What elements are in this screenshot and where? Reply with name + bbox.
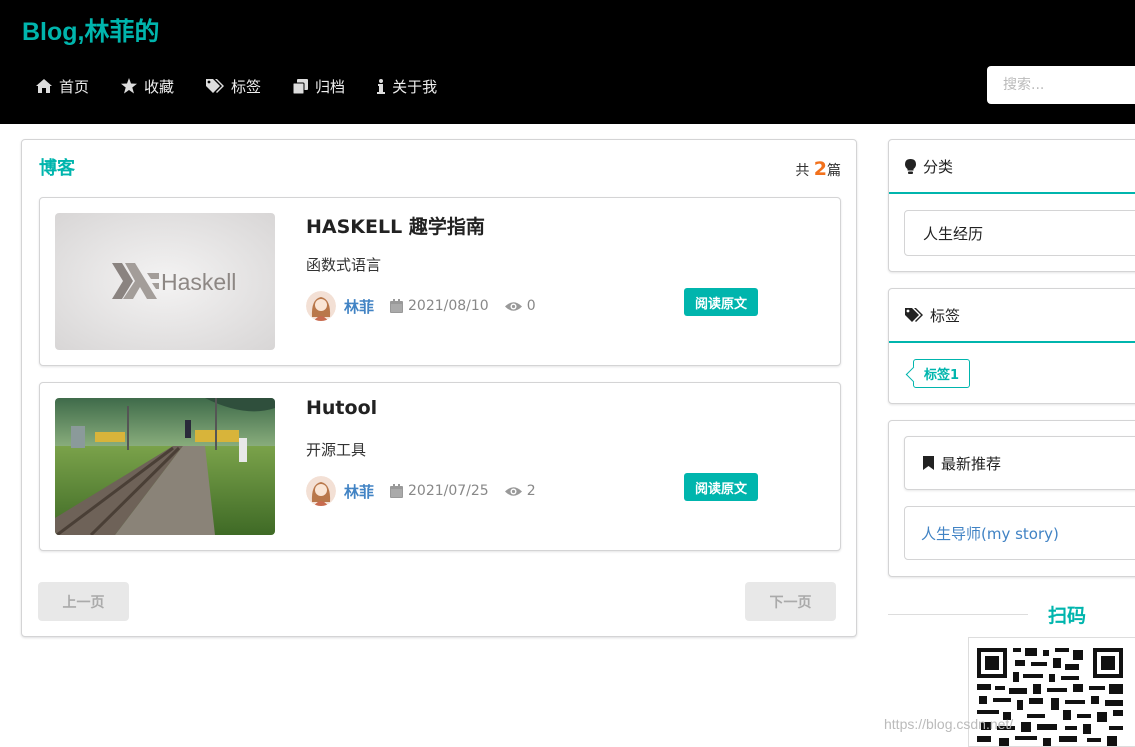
view-count: 0 — [504, 298, 536, 314]
bookmark-icon — [923, 456, 934, 470]
home-icon — [36, 79, 52, 93]
tags-icon — [206, 79, 225, 93]
post-title[interactable]: HASKELL 趣学指南 — [306, 212, 485, 239]
category-panel: 分类 人生经历 — [888, 139, 1135, 272]
blog-list-panel: 博客 共 2篇 Haskell HASKELL 趣学指南 函数式语言 林菲 20… — [21, 139, 857, 637]
post-count: 共 2篇 — [795, 158, 841, 180]
post-date: 2021/07/25 — [390, 483, 489, 499]
views-text: 2 — [526, 483, 536, 499]
nav-item-label: 收藏 — [144, 77, 175, 96]
category-title: 分类 — [923, 157, 954, 176]
eye-icon — [504, 486, 522, 496]
post-card: Hutool 开源工具 林菲 2021/07/25 2 阅读原文 — [39, 382, 841, 551]
nav-item-label: 首页 — [59, 77, 90, 96]
haskell-logo-image: Haskell — [55, 213, 275, 350]
date-text: 2021/08/10 — [408, 298, 489, 314]
panel-title: 博客 — [39, 158, 75, 179]
avatar — [306, 291, 336, 321]
search-input[interactable] — [987, 66, 1135, 104]
nav-item-favorites[interactable]: 收藏 — [105, 68, 190, 104]
lightbulb-icon — [905, 158, 916, 174]
clone-icon — [293, 78, 309, 94]
nav-item-label: 标签 — [231, 77, 262, 96]
read-more-button[interactable]: 阅读原文 — [684, 473, 758, 501]
next-page-button[interactable]: 下一页 — [745, 582, 836, 621]
recommend-title: 最新推荐 — [941, 454, 1002, 473]
tag-panel: 标签 标签1 — [888, 288, 1135, 404]
author-name[interactable]: 林菲 — [344, 296, 374, 317]
site-logo[interactable]: Blog,林菲的 — [22, 12, 160, 48]
thumb-text: Haskell — [161, 269, 236, 295]
recommend-header: 最新推荐 — [904, 436, 1135, 490]
tag-chip[interactable]: 标签1 — [913, 359, 971, 388]
main-menu: 首页 收藏 标签 归档 关于我 — [20, 68, 453, 104]
scan-title: 扫码 — [1048, 605, 1087, 627]
eye-icon — [504, 301, 522, 311]
nav-item-tags[interactable]: 标签 — [190, 68, 277, 104]
post-date: 2021/08/10 — [390, 298, 489, 314]
calendar-icon — [390, 299, 404, 313]
info-icon — [377, 78, 386, 94]
read-more-button[interactable]: 阅读原文 — [684, 288, 758, 316]
view-count: 2 — [504, 483, 536, 499]
count-prefix: 共 — [795, 163, 810, 179]
category-item[interactable]: 人生经历 — [904, 210, 1135, 256]
tags-icon — [905, 308, 923, 322]
recommend-panel: 最新推荐 人生导师(my story) — [888, 420, 1135, 577]
railway-scene-image — [55, 398, 275, 535]
star-icon — [121, 78, 138, 94]
nav-item-about[interactable]: 关于我 — [361, 68, 453, 104]
tag-title: 标签 — [930, 306, 961, 325]
prev-page-button[interactable]: 上一页 — [38, 582, 129, 621]
watermark: https://blog.csdn.net/ — [884, 716, 1014, 732]
top-nav-bar: Blog,林菲的 首页 收藏 标签 归档 关于我 — [0, 0, 1135, 124]
post-description: 开源工具 — [306, 441, 367, 459]
tag-header: 标签 — [889, 289, 1135, 343]
post-description: 函数式语言 — [306, 256, 382, 274]
author-name[interactable]: 林菲 — [344, 481, 374, 502]
nav-item-label: 关于我 — [392, 77, 438, 96]
post-meta: 林菲 2021/07/25 2 — [306, 475, 536, 507]
nav-item-home[interactable]: 首页 — [20, 68, 105, 104]
calendar-icon — [390, 484, 404, 498]
avatar — [306, 476, 336, 506]
date-text: 2021/07/25 — [408, 483, 489, 499]
category-header: 分类 — [889, 140, 1135, 194]
post-thumbnail[interactable]: Haskell — [55, 213, 275, 350]
post-card: Haskell HASKELL 趣学指南 函数式语言 林菲 2021/08/10… — [39, 197, 841, 366]
nav-item-archive[interactable]: 归档 — [277, 68, 361, 104]
divider — [888, 614, 1028, 615]
count-number: 2 — [813, 158, 827, 180]
post-title[interactable]: Hutool — [306, 397, 377, 419]
post-meta: 林菲 2021/08/10 0 — [306, 290, 536, 322]
nav-item-label: 归档 — [315, 77, 346, 96]
count-suffix: 篇 — [827, 163, 841, 179]
post-thumbnail[interactable] — [55, 398, 275, 535]
recommend-link[interactable]: 人生导师(my story) — [904, 506, 1135, 560]
views-text: 0 — [526, 298, 536, 314]
